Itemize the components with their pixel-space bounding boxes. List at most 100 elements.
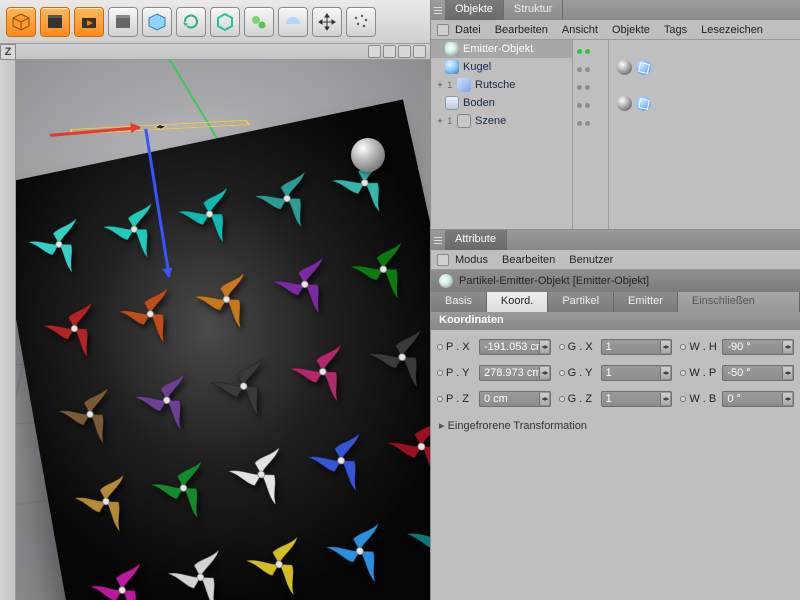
propeller-object[interactable]: [160, 537, 240, 600]
spinner-icon[interactable]: [782, 367, 792, 379]
tree-expander[interactable]: [435, 62, 445, 72]
propeller-object[interactable]: [399, 497, 430, 579]
attr-menu-bearbeiten[interactable]: Bearbeiten: [502, 254, 555, 266]
cube-primitive-button[interactable]: [6, 7, 36, 37]
field-input[interactable]: 0 °: [722, 391, 794, 407]
panel-grip-icon[interactable]: [431, 0, 445, 20]
propeller-object[interactable]: [318, 510, 401, 591]
spinner-icon[interactable]: [539, 341, 549, 353]
vis-dots[interactable]: [573, 58, 608, 76]
dyn-tag-icon[interactable]: [636, 96, 651, 111]
propeller-object[interactable]: [68, 462, 145, 541]
propeller-object[interactable]: [361, 317, 430, 398]
tree-expander[interactable]: +: [435, 80, 445, 90]
propeller-object[interactable]: [300, 420, 382, 501]
viewport-3d[interactable]: [16, 60, 430, 600]
attr-grip-icon[interactable]: [431, 230, 445, 250]
field-input[interactable]: 1: [601, 365, 673, 381]
vis-dots[interactable]: [573, 94, 608, 112]
view-frame-icon[interactable]: [413, 45, 426, 58]
spinner-icon[interactable]: [782, 341, 792, 353]
dyn-tag-icon[interactable]: [636, 60, 651, 75]
subtab-partikel[interactable]: Partikel: [548, 292, 614, 312]
propeller-object[interactable]: [204, 346, 284, 425]
subtab-einschliessen[interactable]: Einschließen: [678, 292, 800, 312]
tab-objekte[interactable]: Objekte: [445, 0, 504, 20]
emitter-gizmo[interactable]: [70, 120, 250, 135]
propeller-object[interactable]: [96, 191, 172, 268]
tree-row[interactable]: + 1 Rutsche: [431, 76, 572, 94]
tree-expander[interactable]: [435, 44, 445, 54]
field-anim-dot[interactable]: [680, 370, 686, 376]
field-anim-dot[interactable]: [680, 396, 686, 402]
attr-menu-leading-icon[interactable]: [437, 254, 449, 266]
view-pan-icon[interactable]: [368, 45, 381, 58]
field-input[interactable]: 1: [601, 339, 673, 355]
propeller-object[interactable]: [128, 361, 206, 440]
frozen-transform-toggle[interactable]: Eingefrorene Transformation: [431, 416, 800, 435]
propeller-object[interactable]: [144, 448, 223, 527]
propeller-object[interactable]: [37, 290, 113, 367]
cube-blue-button[interactable]: [142, 7, 172, 37]
field-anim-dot[interactable]: [559, 370, 565, 376]
field-input[interactable]: 278.973 cm: [479, 365, 551, 381]
metal-tag-icon[interactable]: [617, 60, 632, 75]
propeller-object[interactable]: [83, 550, 161, 600]
vis-dots[interactable]: [573, 40, 608, 58]
propeller-object[interactable]: [343, 229, 425, 309]
subtab-basis[interactable]: Basis: [431, 292, 487, 312]
spin-button[interactable]: [176, 7, 206, 37]
axis-z-indicator[interactable]: Z: [0, 44, 16, 60]
field-anim-dot[interactable]: [680, 344, 686, 350]
field-anim-dot[interactable]: [437, 344, 443, 350]
propeller-object[interactable]: [247, 159, 327, 238]
propeller-object[interactable]: [239, 524, 321, 600]
menu-ansicht[interactable]: Ansicht: [562, 24, 598, 36]
spinner-icon[interactable]: [782, 393, 792, 405]
play-button[interactable]: [74, 7, 104, 37]
spinner-icon[interactable]: [660, 393, 670, 405]
tree-row[interactable]: Kugel: [431, 58, 572, 76]
object-name[interactable]: Emitter-Objekt: [463, 43, 533, 55]
move-arrows-button[interactable]: [312, 7, 342, 37]
vis-dots[interactable]: [573, 76, 608, 94]
field-anim-dot[interactable]: [437, 370, 443, 376]
spinner-icon[interactable]: [660, 341, 670, 353]
sphere-object[interactable]: [351, 138, 385, 172]
menu-bearbeiten[interactable]: Bearbeiten: [495, 24, 548, 36]
view-rotate-icon[interactable]: [398, 45, 411, 58]
object-name[interactable]: Boden: [463, 97, 495, 109]
record-button[interactable]: [40, 7, 70, 37]
attr-menu-modus[interactable]: Modus: [455, 254, 488, 266]
spinner-icon[interactable]: [539, 367, 549, 379]
gizmo-handle[interactable]: [154, 125, 167, 130]
field-input[interactable]: -50 °: [722, 365, 794, 381]
tree-expander[interactable]: +: [435, 116, 445, 126]
gears-button[interactable]: [244, 7, 274, 37]
attr-menu-benutzer[interactable]: Benutzer: [569, 254, 613, 266]
tree-row[interactable]: + 1 Szene: [431, 112, 572, 130]
metal-tag-icon[interactable]: [617, 96, 632, 111]
menu-objekte[interactable]: Objekte: [612, 24, 650, 36]
spinner-icon[interactable]: [660, 367, 670, 379]
object-name[interactable]: Szene: [475, 115, 506, 127]
field-anim-dot[interactable]: [437, 396, 443, 402]
tree-row[interactable]: Emitter-Objekt: [431, 40, 572, 58]
field-anim-dot[interactable]: [559, 396, 565, 402]
menu-lesezeichen[interactable]: Lesezeichen: [701, 24, 763, 36]
field-anim-dot[interactable]: [559, 344, 565, 350]
object-name[interactable]: Rutsche: [475, 79, 515, 91]
field-input[interactable]: 1: [601, 391, 673, 407]
vis-dots[interactable]: [573, 112, 608, 130]
subtab-emitter[interactable]: Emitter: [614, 292, 678, 312]
propeller-object[interactable]: [380, 406, 430, 487]
object-name[interactable]: Kugel: [463, 61, 491, 73]
subtab-koord[interactable]: Koord.: [487, 292, 548, 312]
propeller-object[interactable]: [265, 245, 346, 324]
tree-expander[interactable]: [435, 98, 445, 108]
hex-button[interactable]: [210, 7, 240, 37]
propeller-object[interactable]: [187, 260, 266, 339]
view-zoom-icon[interactable]: [383, 45, 396, 58]
propeller-object[interactable]: [221, 434, 302, 514]
particles-button[interactable]: [346, 7, 376, 37]
